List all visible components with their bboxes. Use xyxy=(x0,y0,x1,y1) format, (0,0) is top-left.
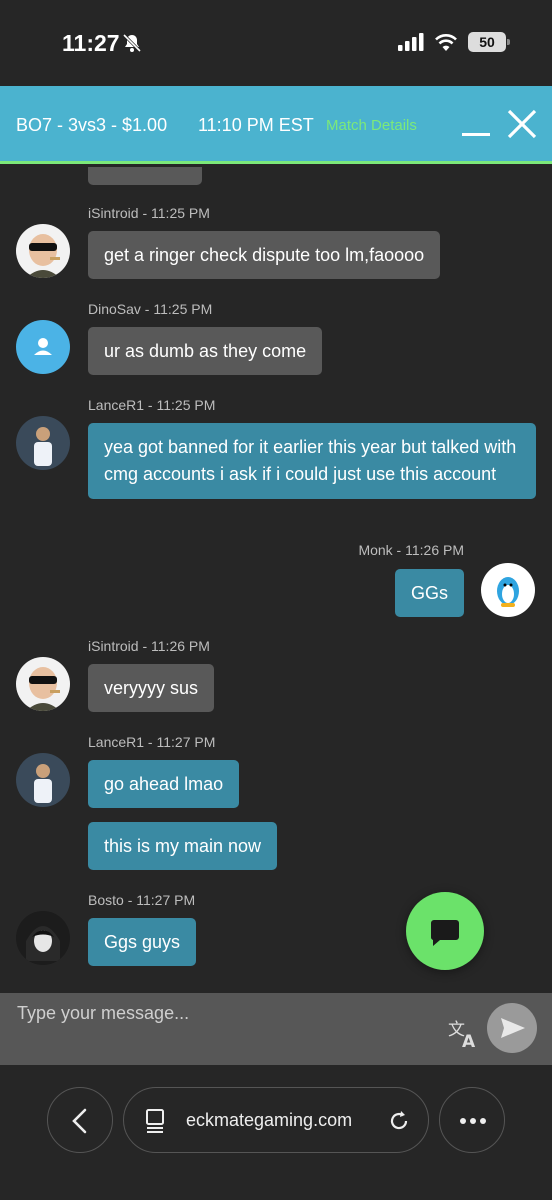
status-time: 11:27 xyxy=(62,30,120,56)
close-icon[interactable] xyxy=(506,108,538,140)
avatar-photo-icon xyxy=(16,753,70,807)
avatar[interactable] xyxy=(16,657,70,711)
message-bubble: Ggs guys xyxy=(88,918,197,966)
message-bubble: ur as dumb as they come xyxy=(88,327,323,375)
message-bubble: yea got banned for it earlier this year … xyxy=(88,423,536,499)
avatar[interactable] xyxy=(16,911,70,965)
avatar-cartoon-icon xyxy=(16,224,70,278)
back-icon xyxy=(72,1108,87,1134)
reload-icon[interactable] xyxy=(386,1108,412,1134)
message-input-bar: 文 A xyxy=(0,993,552,1065)
message-meta: Bosto - 11:27 PM xyxy=(88,892,196,908)
chat-messages[interactable]: iSintroid - 11:25 PM get a ringer check … xyxy=(0,167,552,993)
more-button[interactable] xyxy=(439,1087,505,1153)
avatar[interactable] xyxy=(16,224,70,278)
message-meta: LanceR1 - 11:25 PM xyxy=(88,397,216,413)
penguin-icon xyxy=(497,577,519,607)
wifi-icon xyxy=(435,34,457,51)
chat-icon xyxy=(430,920,459,946)
chat-fab-button[interactable] xyxy=(406,892,484,970)
match-details-link[interactable]: Match Details xyxy=(326,117,417,134)
back-button[interactable] xyxy=(47,1087,113,1153)
user-icon xyxy=(34,338,52,355)
message-input[interactable] xyxy=(0,993,440,1033)
message-bubble: veryyyy sus xyxy=(88,664,215,712)
avatar-photo-icon xyxy=(16,416,70,470)
send-button[interactable] xyxy=(487,1003,537,1053)
message-meta: LanceR1 - 11:27 PM xyxy=(88,734,216,750)
avatar[interactable] xyxy=(16,320,70,374)
svg-text:A: A xyxy=(462,1032,476,1049)
avatar-anime-icon xyxy=(16,911,70,965)
battery-icon: 50 xyxy=(468,32,510,52)
message-bubble-partial xyxy=(88,167,202,185)
translate-icon[interactable]: 文 A xyxy=(448,1019,480,1049)
match-header: BO7 - 3vs3 - $1.00 11:10 PM EST Match De… xyxy=(0,86,552,164)
message-bubble: this is my main now xyxy=(88,822,278,870)
more-icon xyxy=(460,1118,486,1124)
message-meta: iSintroid - 11:25 PM xyxy=(88,205,210,221)
avatar[interactable] xyxy=(481,563,535,617)
message-bubble: GGs xyxy=(394,569,464,617)
address-bar[interactable]: eckmategaming.com xyxy=(123,1087,429,1153)
tabs-icon[interactable] xyxy=(144,1108,170,1134)
bell-off-icon xyxy=(122,33,142,53)
message-meta: DinoSav - 11:25 PM xyxy=(88,301,213,317)
message-meta: iSintroid - 11:26 PM xyxy=(88,638,210,654)
status-bar: 11:27 50 xyxy=(0,0,552,86)
avatar[interactable] xyxy=(16,416,70,470)
match-title: BO7 - 3vs3 - $1.00 xyxy=(16,115,168,135)
url-text[interactable]: eckmategaming.com xyxy=(186,1110,352,1131)
message-meta: Monk - 11:26 PM xyxy=(358,542,464,558)
signal-icon xyxy=(398,33,424,51)
minimize-icon[interactable] xyxy=(462,133,490,136)
message-bubble: go ahead lmao xyxy=(88,760,240,808)
avatar-cartoon-icon xyxy=(16,657,70,711)
match-time: 11:10 PM EST xyxy=(198,115,314,135)
avatar[interactable] xyxy=(16,753,70,807)
send-icon xyxy=(501,1018,525,1038)
message-bubble: get a ringer check dispute too lm,faoooo xyxy=(88,231,441,279)
